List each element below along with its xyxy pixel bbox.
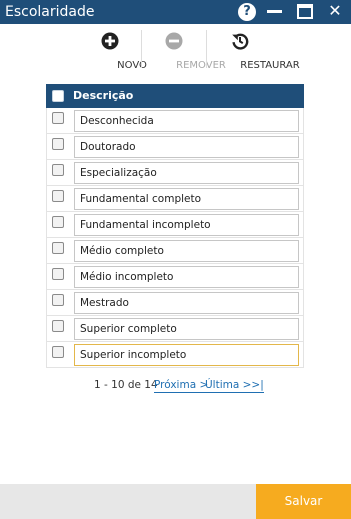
plus-circle-icon xyxy=(101,32,119,50)
toolbar: NOVO REMOVER RESTAURAR xyxy=(0,26,351,76)
title-bar: Escolaridade ? ✕ xyxy=(0,0,351,24)
descricao-field[interactable]: Médio incompleto xyxy=(74,266,299,288)
descricao-field[interactable]: Fundamental incompleto xyxy=(74,214,299,236)
help-icon: ? xyxy=(238,3,256,21)
toolbar-divider xyxy=(141,30,142,68)
row-checkbox[interactable] xyxy=(52,242,64,254)
minimize-icon xyxy=(267,10,282,13)
descricao-field[interactable]: Superior incompleto xyxy=(74,344,299,366)
help-button[interactable]: ? xyxy=(237,2,257,22)
table-row: Superior completo xyxy=(46,316,304,342)
next-page-link[interactable]: Próxima > xyxy=(154,378,209,393)
history-icon xyxy=(232,33,249,50)
row-checkbox[interactable] xyxy=(52,112,64,124)
save-button[interactable]: Salvar xyxy=(256,484,351,519)
descricao-field[interactable]: Especialização xyxy=(74,162,299,184)
descricao-field[interactable]: Superior completo xyxy=(74,318,299,340)
descricao-field[interactable]: Médio completo xyxy=(74,240,299,262)
table-row: Fundamental completo xyxy=(46,186,304,212)
page-info: 1 - 10 de 14 xyxy=(94,379,158,391)
select-all-checkbox[interactable] xyxy=(52,90,64,102)
table-row: Médio completo xyxy=(46,238,304,264)
close-button[interactable]: ✕ xyxy=(324,1,344,22)
row-checkbox[interactable] xyxy=(52,138,64,150)
row-checkbox[interactable] xyxy=(52,164,64,176)
table-row: Fundamental incompleto xyxy=(46,212,304,238)
row-checkbox[interactable] xyxy=(52,216,64,228)
row-checkbox[interactable] xyxy=(52,294,64,306)
row-checkbox[interactable] xyxy=(52,320,64,332)
remover-button[interactable]: REMOVER xyxy=(147,30,226,74)
descricao-field[interactable]: Fundamental completo xyxy=(74,188,299,210)
row-checkbox[interactable] xyxy=(52,268,64,280)
table-row: Doutorado xyxy=(46,134,304,160)
descricao-field[interactable]: Desconhecida xyxy=(74,110,299,132)
last-page-link[interactable]: Última >>| xyxy=(205,378,264,393)
table-row: Superior incompleto xyxy=(46,342,304,368)
table-row: Médio incompleto xyxy=(46,264,304,290)
window-title: Escolaridade xyxy=(5,4,95,20)
footer-bar: Salvar xyxy=(0,484,351,519)
grid-header: Descrição xyxy=(46,84,304,108)
row-checkbox[interactable] xyxy=(52,190,64,202)
table-row: Desconhecida xyxy=(46,108,304,134)
row-checkbox[interactable] xyxy=(52,346,64,358)
restaurar-button[interactable]: RESTAURAR xyxy=(210,30,300,74)
minimize-button[interactable] xyxy=(265,2,285,22)
close-icon: ✕ xyxy=(328,1,342,20)
minus-circle-icon xyxy=(165,32,183,50)
restaurar-label: RESTAURAR xyxy=(240,60,300,71)
novo-button[interactable]: NOVO xyxy=(88,30,147,74)
descricao-field[interactable]: Mestrado xyxy=(74,292,299,314)
toolbar-divider xyxy=(206,30,207,68)
descricao-field[interactable]: Doutorado xyxy=(74,136,299,158)
column-header-descricao[interactable]: Descrição xyxy=(73,89,133,103)
table-row: Mestrado xyxy=(46,290,304,316)
maximize-icon xyxy=(297,4,313,19)
table-row: Especialização xyxy=(46,160,304,186)
maximize-button[interactable] xyxy=(295,2,315,22)
